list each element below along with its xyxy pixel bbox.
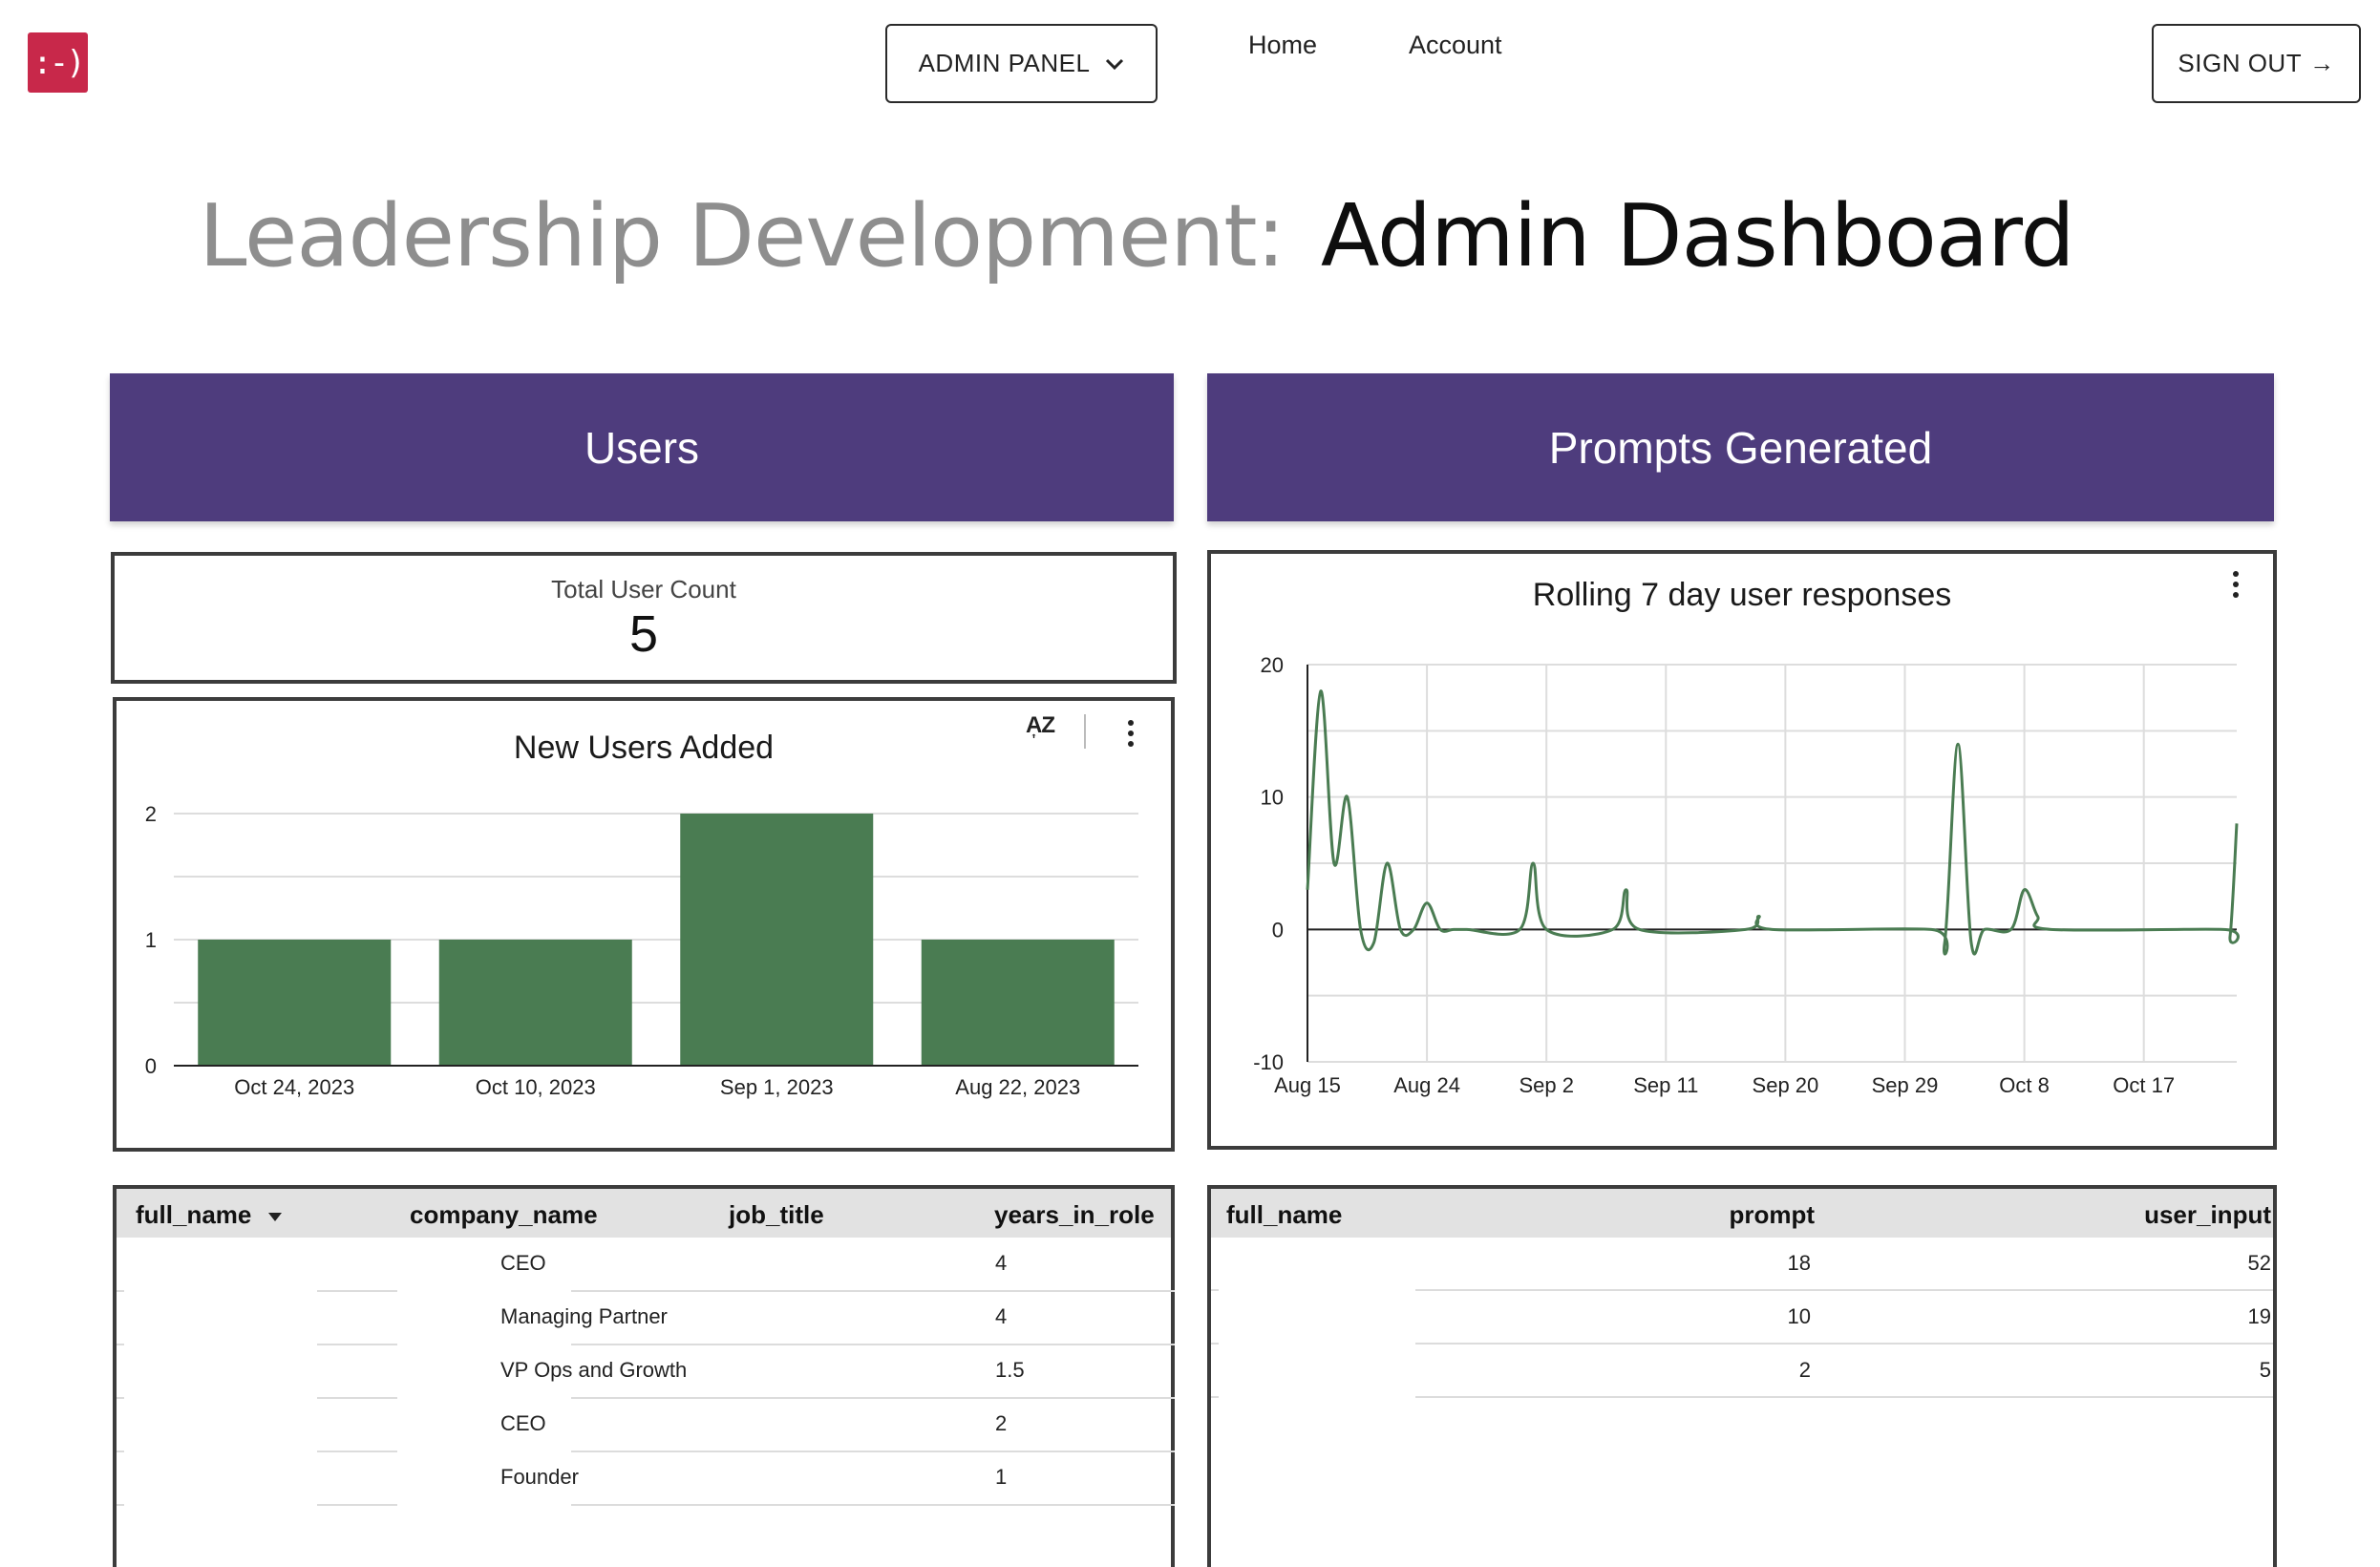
section-header-users: Users xyxy=(110,373,1174,521)
users-table-header: full_name company_name job_title years_i… xyxy=(117,1189,1171,1238)
prompts-table-header: full_name prompt user_input xyxy=(1211,1189,2273,1238)
cell-prompt: 18 xyxy=(1787,1251,1811,1275)
new-users-chart-card: 0 1 2 Oct 24, 2023 Oct 10, 2023 Sep 1, 2023 Au… xyxy=(113,697,1175,1152)
table-row[interactable]: CEO 2 xyxy=(117,1398,1171,1451)
logo[interactable]: :-) xyxy=(28,32,88,93)
bar[interactable] xyxy=(198,940,392,1066)
cell-user-input: 52 xyxy=(2247,1251,2271,1275)
x-tick-label: Aug 15 xyxy=(1274,1073,1341,1097)
rolling-responses-line-chart: Aug 15 Aug 24 Sep 2 Sep 11 Sep 20 Sep 29 Oct 8… xyxy=(1253,653,2240,1097)
col-header-user-input[interactable]: user_input xyxy=(2144,1200,2271,1230)
nav-home-link[interactable]: Home xyxy=(1248,31,1317,60)
chevron-down-icon xyxy=(1106,58,1124,70)
cell-years-in-role: 4 xyxy=(995,1304,1008,1328)
sort-az-icon[interactable]: A͎Z xyxy=(1026,712,1055,739)
page-title-prefix: Leadership Development: xyxy=(199,186,1285,286)
table-row[interactable]: 18 52 xyxy=(1211,1238,2273,1291)
x-tick-label: Aug 22, 2023 xyxy=(955,1075,1080,1099)
col-header-full-name[interactable]: full_name xyxy=(136,1200,283,1230)
table-row[interactable]: Managing Partner 4 xyxy=(117,1291,1171,1345)
cell-user-input: 19 xyxy=(2247,1304,2271,1328)
scorecard-value: 5 xyxy=(628,605,659,663)
y-tick-label: 0 xyxy=(1272,918,1284,942)
cell-job-title: CEO xyxy=(500,1411,546,1435)
x-tick-label: Aug 24 xyxy=(1393,1073,1460,1097)
row-divider xyxy=(571,1504,1175,1506)
table-row[interactable]: VP Ops and Growth 1.5 xyxy=(117,1345,1171,1398)
y-tick-label: 0 xyxy=(145,1054,157,1078)
x-tick-label: Sep 29 xyxy=(1872,1073,1939,1097)
cell-job-title: Founder xyxy=(500,1465,579,1489)
row-divider xyxy=(317,1504,397,1506)
cell-prompt: 10 xyxy=(1787,1304,1811,1328)
rolling-responses-chart-card: Aug 15 Aug 24 Sep 2 Sep 11 Sep 20 Sep 29 Oct 8… xyxy=(1207,550,2277,1150)
prompts-table: full_name prompt user_input 18 52 10 19 2 5 xyxy=(1207,1185,2277,1567)
x-tick-label: Sep 20 xyxy=(1753,1073,1819,1097)
total-user-count-card: Total User Count 5 xyxy=(111,552,1177,684)
page-title: Leadership Development: Admin Dashboard xyxy=(0,186,2273,286)
x-tick-label: Oct 8 xyxy=(1999,1073,2050,1097)
col-header-prompt[interactable]: prompt xyxy=(1729,1200,1815,1230)
x-tick-label: Sep 11 xyxy=(1633,1073,1698,1097)
x-tick-label: Oct 17 xyxy=(2113,1073,2175,1097)
y-tick-label: 1 xyxy=(145,928,157,952)
x-tick-label: Oct 10, 2023 xyxy=(476,1075,596,1099)
bar-chart-title: New Users Added xyxy=(513,730,775,766)
cell-years-in-role: 2 xyxy=(995,1411,1008,1435)
cell-prompt: 2 xyxy=(1798,1358,1811,1382)
bar[interactable] xyxy=(921,940,1115,1066)
sign-out-button[interactable]: SIGN OUT → xyxy=(2152,24,2361,103)
bar[interactable] xyxy=(438,940,632,1066)
table-row[interactable]: CEO 4 xyxy=(117,1238,1171,1291)
row-divider xyxy=(1415,1396,2273,1398)
admin-panel-dropdown[interactable]: ADMIN PANEL xyxy=(885,24,1158,103)
arrow-right-icon: → xyxy=(2309,49,2335,77)
cell-years-in-role: 1 xyxy=(995,1465,1008,1489)
cell-years-in-role: 1.5 xyxy=(995,1358,1025,1382)
table-row[interactable]: 10 19 xyxy=(1211,1291,2273,1345)
cell-job-title: VP Ops and Growth xyxy=(500,1358,688,1382)
x-tick-label: Sep 2 xyxy=(1519,1073,1574,1097)
row-divider xyxy=(117,1504,124,1506)
toolbar-divider xyxy=(1084,714,1086,749)
bar[interactable] xyxy=(680,814,874,1066)
table-row[interactable]: 25 xyxy=(1211,1345,2273,1398)
table-row[interactable]: Founder 1 xyxy=(117,1451,1171,1505)
scorecard-label: Total User Count xyxy=(551,575,736,604)
x-tick-label: Sep 1, 2023 xyxy=(720,1075,834,1099)
col-header-job-title[interactable]: job_title xyxy=(729,1200,824,1230)
sign-out-label: SIGN OUT xyxy=(2178,49,2303,77)
more-options-icon[interactable] xyxy=(2233,571,2239,603)
page-title-main: Admin Dashboard xyxy=(1320,186,2075,286)
cell-job-title: CEO xyxy=(500,1251,546,1275)
new-users-bar-chart: 0 1 2 Oct 24, 2023 Oct 10, 2023 Sep 1, 2023 Au… xyxy=(145,802,1138,1099)
x-tick-label: Oct 24, 2023 xyxy=(234,1075,354,1099)
nav-account-link[interactable]: Account xyxy=(1409,31,1502,60)
cell-years-in-role: 4 xyxy=(995,1251,1008,1275)
y-tick-label: -10 xyxy=(1253,1050,1284,1074)
y-tick-label: 20 xyxy=(1261,653,1284,677)
sort-desc-icon[interactable] xyxy=(268,1212,283,1221)
col-header-company-name[interactable]: company_name xyxy=(410,1200,598,1230)
col-header-years-in-role[interactable]: years_in_role xyxy=(994,1200,1155,1230)
cell-job-title: Managing Partner xyxy=(500,1304,668,1328)
cell-user-input: 5 xyxy=(2259,1358,2271,1382)
section-header-prompts: Prompts Generated xyxy=(1207,373,2274,521)
y-tick-label: 2 xyxy=(145,802,157,826)
users-table: full_name company_name job_title years_i… xyxy=(113,1185,1175,1567)
y-tick-label: 10 xyxy=(1261,786,1284,810)
line-chart-title: Rolling 7 day user responses xyxy=(1532,577,1952,613)
col-header-full-name[interactable]: full_name xyxy=(1226,1200,1342,1230)
more-options-icon[interactable] xyxy=(1128,720,1134,752)
row-divider xyxy=(1211,1396,1219,1398)
admin-panel-label: ADMIN PANEL xyxy=(918,49,1091,77)
